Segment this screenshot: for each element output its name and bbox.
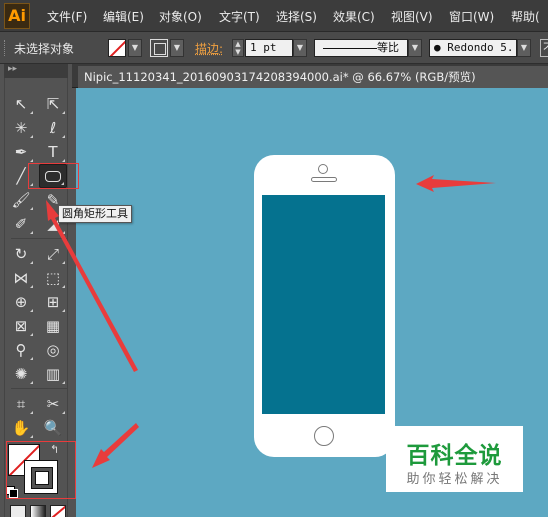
perspective-grid-tool-icon[interactable]: ⊞	[39, 290, 67, 314]
scale-tool-icon[interactable]: ⤢	[39, 242, 67, 266]
brush-definition-field[interactable]: ● Redondo 5...	[429, 39, 517, 57]
menu-edit[interactable]: 编辑(E)	[103, 8, 144, 25]
app-logo[interactable]: Ai	[4, 3, 30, 29]
menu-help[interactable]: 帮助(	[511, 8, 540, 25]
paintbrush-tool-icon[interactable]: 🖌	[7, 188, 35, 212]
watermark-subtitle: 助你轻松解决	[406, 472, 503, 487]
menu-bar: Ai 文件(F) 编辑(E) 对象(O) 文字(T) 选择(S) 效果(C) 视…	[0, 0, 548, 32]
gradient-tool-icon[interactable]: ▦	[39, 314, 67, 338]
lasso-tool-icon[interactable]: ℓ	[39, 116, 67, 140]
fill-dropdown-icon[interactable]: ▼	[128, 39, 142, 57]
panel-grip-icon[interactable]	[4, 40, 7, 56]
column-graph-tool-icon[interactable]: ▥	[39, 362, 67, 386]
rotate-tool-icon[interactable]: ↻	[7, 242, 35, 266]
selection-status: 未选择对象	[14, 42, 75, 56]
phone-speaker	[311, 177, 337, 182]
type-tool-icon[interactable]: T	[39, 140, 67, 164]
tools-panel-header[interactable]: ▸▸	[4, 64, 68, 78]
menu-type[interactable]: 文字(T)	[219, 8, 260, 25]
stroke-weight-spinner-icon[interactable]: ▲ ▼	[232, 39, 244, 57]
pen-tool-icon[interactable]: ✒	[7, 140, 35, 164]
menu-object[interactable]: 对象(O)	[159, 8, 202, 25]
menu-file[interactable]: 文件(F)	[47, 8, 87, 25]
watermark-title: 百科全说	[406, 443, 503, 469]
stroke-weight-dropdown-icon[interactable]: ▼	[293, 39, 307, 57]
gradient-mode-icon[interactable]	[30, 505, 46, 517]
document-tab[interactable]: Nipic_11120341_20160903174208394000.ai* …	[78, 66, 548, 88]
highlight-rounded-rectangle-tool	[28, 163, 79, 189]
stroke-label[interactable]: 描边:	[195, 40, 223, 57]
phone-camera	[318, 164, 328, 174]
shape-builder-tool-icon[interactable]: ⊕	[7, 290, 35, 314]
stroke-swatch-icon[interactable]	[150, 39, 168, 57]
eyedropper-tool-icon[interactable]: ⚲	[7, 338, 35, 362]
stroke-profile-label: 等比	[377, 41, 399, 54]
tool-tooltip: 圆角矩形工具	[58, 205, 132, 223]
stroke-profile-dropdown-icon[interactable]: ▼	[408, 39, 422, 57]
magic-wand-tool-icon[interactable]: ✳	[7, 116, 35, 140]
phone-artwork[interactable]	[254, 155, 395, 457]
document-tab-bar: Nipic_11120341_20160903174208394000.ai* …	[72, 64, 548, 88]
none-mode-icon[interactable]	[50, 505, 66, 517]
watermark-logo: 百科全说 助你轻松解决	[386, 426, 523, 492]
opacity-label[interactable]: 不	[540, 39, 548, 57]
menu-window[interactable]: 窗口(W)	[449, 8, 494, 25]
phone-screen	[262, 195, 385, 414]
menu-view[interactable]: 视图(V)	[391, 8, 433, 25]
slice-tool-icon[interactable]: ✂	[39, 392, 67, 416]
fill-swatch-none-icon[interactable]	[108, 39, 126, 57]
control-bar: 未选择对象 ▼ ▼ 描边: ▲ ▼ 1 pt ▼ 等比 ▼ ● Redondo 5…	[0, 32, 548, 64]
hand-tool-icon[interactable]: ✋	[7, 416, 35, 440]
brush-dropdown-icon[interactable]: ▼	[517, 39, 531, 57]
mesh-tool-icon[interactable]: ⊠	[7, 314, 35, 338]
selection-tool-icon[interactable]: ↖	[7, 92, 35, 116]
stroke-weight-field[interactable]: 1 pt	[245, 39, 293, 57]
direct-selection-tool-icon[interactable]: ⇱	[39, 92, 67, 116]
color-mode-icon[interactable]	[10, 505, 26, 517]
zoom-tool-icon[interactable]: 🔍	[39, 416, 67, 440]
symbol-sprayer-tool-icon[interactable]: ✺	[7, 362, 35, 386]
blend-tool-icon[interactable]: ◎	[39, 338, 67, 362]
highlight-fill-stroke	[6, 441, 76, 499]
menu-select[interactable]: 选择(S)	[276, 8, 317, 25]
menu-effect[interactable]: 效果(C)	[333, 8, 375, 25]
width-tool-icon[interactable]: ⋈	[7, 266, 35, 290]
blob-brush-tool-icon[interactable]: ✐	[7, 212, 35, 236]
stroke-profile-field[interactable]: 等比	[314, 39, 408, 57]
artboard-tool-icon[interactable]: ⌗	[7, 392, 35, 416]
stroke-profile-line-icon	[323, 48, 377, 49]
phone-home-button	[314, 426, 334, 446]
stroke-dropdown-icon[interactable]: ▼	[170, 39, 184, 57]
free-transform-tool-icon[interactable]: ⬚	[39, 266, 67, 290]
